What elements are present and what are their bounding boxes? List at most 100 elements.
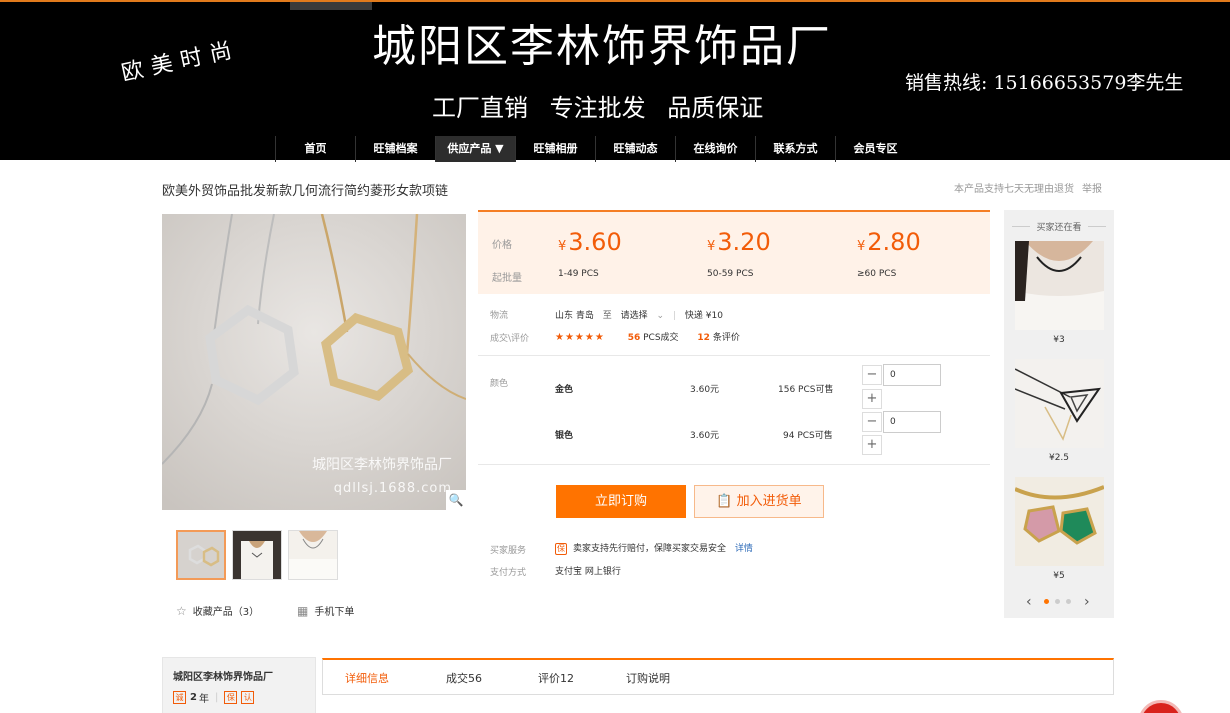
tab-details[interactable]: 详细信息 xyxy=(345,670,389,686)
deals-label: 成交\评价 xyxy=(490,334,530,344)
divider-line xyxy=(478,355,990,356)
nav-contact[interactable]: 联系方式 xyxy=(755,136,835,162)
thumbnail-2[interactable] xyxy=(232,530,282,580)
qty-minus-silver[interactable]: − xyxy=(862,412,882,432)
color-label: 颜色 xyxy=(490,379,509,389)
carousel-prev-icon[interactable]: ‹ xyxy=(1026,594,1032,610)
price-panel: 价格 起批量 ¥3.60 1-49 PCS ¥3.20 50-59 PCS ¥2… xyxy=(478,210,990,294)
nav-profile[interactable]: 旺铺档案 xyxy=(355,136,435,162)
shop-banner: 欧美时尚 城阳区李林饰界饰品厂 工厂直销 专注批发 品质保证 销售热线: 151… xyxy=(0,0,1230,162)
also-viewed-item-3[interactable] xyxy=(1015,477,1104,566)
variant-name-gold: 金色 xyxy=(555,385,574,395)
variant-price-silver: 3.60元 xyxy=(690,431,720,441)
tier-price-1: ¥3.60 xyxy=(558,228,622,256)
nav-album[interactable]: 旺铺相册 xyxy=(515,136,595,162)
product-title: 欧美外贸饰品批发新款几何流行简约菱形女款项链 xyxy=(162,184,449,199)
membership-years: 诚 2年 | 保 认 xyxy=(173,690,258,705)
qty-plus-gold[interactable]: + xyxy=(862,389,882,409)
chevron-down-icon[interactable]: ⌄ xyxy=(657,311,665,321)
carousel-dots xyxy=(1044,599,1077,604)
detail-tabs: 详细信息 成交56 评价12 订购说明 xyxy=(322,658,1114,695)
years-count: 2 xyxy=(190,692,197,703)
rating-stars: ★★★★★ xyxy=(555,332,605,343)
deals-row: ★★★★★ 56 PCS成交 12 条评价 xyxy=(555,330,740,343)
also-viewed-title: 买家还在看 xyxy=(1004,220,1114,233)
carousel-dot-1[interactable] xyxy=(1044,599,1049,604)
tier-price-2: ¥3.20 xyxy=(707,228,771,256)
logistics-label: 物流 xyxy=(490,311,509,321)
nav-news[interactable]: 旺铺动态 xyxy=(595,136,675,162)
carousel-dot-3[interactable] xyxy=(1066,599,1071,604)
ship-from: 山东 青岛 xyxy=(555,311,594,321)
return-policy-bar: 本产品支持七天无理由退货 举报 xyxy=(954,180,1102,195)
also-viewed-price-1: ¥3 xyxy=(1053,335,1065,345)
add-to-purchase-list-button[interactable]: 📋 加入进货单 xyxy=(694,485,824,518)
main-product-image[interactable]: 城阳区李林饰界饰品厂 qdllsj.1688.com 🔍 xyxy=(162,214,466,510)
nav-members[interactable]: 会员专区 xyxy=(835,136,915,162)
shipping-fee: 快递 ¥10 xyxy=(684,311,723,321)
qrcode-icon: ▦ xyxy=(297,603,309,618)
price-label: 价格 xyxy=(492,240,512,251)
also-viewed-item-1[interactable] xyxy=(1015,241,1104,330)
mobile-order-label: 手机下单 xyxy=(314,607,355,618)
tier-range-2: 50-59 PCS xyxy=(707,269,754,279)
variant-stock-gold: 156 PCS可售 xyxy=(778,385,834,395)
review-count[interactable]: 12 条评价 xyxy=(697,333,739,343)
star-outline-icon: ☆ xyxy=(176,603,187,618)
divider: | xyxy=(672,311,676,321)
tier-range-1: 1-49 PCS xyxy=(558,269,599,279)
details-link[interactable]: 详情 xyxy=(735,544,753,554)
buyer-service-text: 卖家支持先行赔付，保障买家交易安全 xyxy=(573,544,727,554)
moq-label: 起批量 xyxy=(492,273,522,284)
favorite-product[interactable]: ☆ 收藏产品（3） xyxy=(176,603,260,619)
qty-plus-silver[interactable]: + xyxy=(862,435,882,455)
shop-name: 城阳区李林饰界饰品厂 xyxy=(372,21,832,72)
favorite-label: 收藏产品（3） xyxy=(192,607,260,618)
payment-methods: 支付宝 网上银行 xyxy=(555,567,621,577)
tab-order-info[interactable]: 订购说明 xyxy=(626,670,670,686)
tab-reviews[interactable]: 评价12 xyxy=(538,670,574,686)
also-viewed-item-2[interactable] xyxy=(1015,359,1104,448)
qty-minus-gold[interactable]: − xyxy=(862,365,882,385)
destination-select[interactable]: 请选择 xyxy=(621,311,648,321)
payment-label: 支付方式 xyxy=(490,568,527,578)
qty-input-gold[interactable] xyxy=(883,364,941,386)
also-viewed-price-3: ¥5 xyxy=(1053,571,1065,581)
buyer-service-label: 买家服务 xyxy=(490,546,527,556)
carousel-dot-2[interactable] xyxy=(1055,599,1060,604)
watermark-url: qdllsj.1688.com xyxy=(333,481,452,496)
also-viewed-panel: 买家还在看 ¥3 ¥2.5 ¥5 ‹ › xyxy=(1004,210,1114,618)
ship-to-word: 至 xyxy=(602,311,612,321)
sales-hotline: 销售热线: 15166653579李先生 xyxy=(905,72,1184,94)
banner-slogan: 欧美时尚 xyxy=(119,36,242,87)
thumbnail-3[interactable] xyxy=(288,530,338,580)
shield-icon: 保 xyxy=(555,542,567,555)
mobile-order[interactable]: ▦ 手机下单 xyxy=(297,603,355,619)
logistics-row: 山东 青岛 至 请选择 ⌄ | 快递 ¥10 xyxy=(555,308,723,321)
also-viewed-price-2: ¥2.5 xyxy=(1048,453,1070,463)
thumbnail-strip xyxy=(176,530,344,580)
buyer-service-row: 保卖家支持先行赔付，保障买家交易安全 详情 xyxy=(555,541,753,555)
thumbnail-1[interactable] xyxy=(176,530,226,580)
nav-products[interactable]: 供应产品 ▼ xyxy=(435,136,515,162)
clipboard-icon: 📋 xyxy=(716,494,733,509)
trust-pass-icon: 诚 xyxy=(173,691,186,704)
return-note[interactable]: 本产品支持七天无理由退货 xyxy=(954,184,1074,195)
sold-count[interactable]: 56 PCS成交 xyxy=(628,333,679,343)
watermark-shop: 城阳区李林饰界饰品厂 xyxy=(312,457,452,473)
nav-inquiry[interactable]: 在线询价 xyxy=(675,136,755,162)
company-name[interactable]: 城阳区李林饰界饰品厂 xyxy=(173,668,273,683)
floating-service-button[interactable] xyxy=(1138,700,1184,713)
variant-price-gold: 3.60元 xyxy=(690,385,720,395)
report-link[interactable]: 举报 xyxy=(1082,184,1102,195)
divider: | xyxy=(214,692,219,703)
magnifier-icon[interactable]: 🔍 xyxy=(446,490,466,510)
tab-transactions[interactable]: 成交56 xyxy=(446,670,482,686)
nav-home[interactable]: 首页 xyxy=(275,136,355,162)
qty-input-silver[interactable] xyxy=(883,411,941,433)
guarantee-icon: 保 xyxy=(224,691,238,704)
banner-accent xyxy=(290,2,372,10)
buy-now-button[interactable]: 立即订购 xyxy=(556,485,686,518)
verified-icon: 认 xyxy=(241,691,255,704)
carousel-next-icon[interactable]: › xyxy=(1084,594,1090,610)
